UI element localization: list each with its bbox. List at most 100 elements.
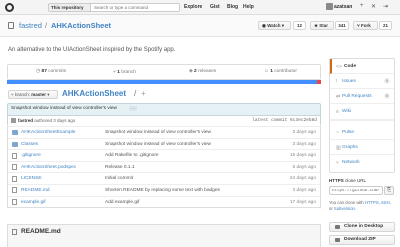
https-link[interactable]: HTTPS	[365, 200, 379, 205]
sidebar-item-graphs[interactable]: ▥ Graphs	[330, 140, 394, 155]
releases-stat[interactable]: ◈ 2 releases	[189, 69, 216, 74]
file-name-link[interactable]: AHKActionSheetExample	[21, 130, 75, 135]
nav-gist[interactable]: Gist	[210, 4, 220, 10]
sidebar-item-wiki[interactable]: ≡ Wiki	[330, 104, 394, 121]
user-avatar[interactable]	[326, 3, 333, 10]
nav-help[interactable]: Help	[243, 4, 254, 10]
file-name-link[interactable]: Classes	[21, 142, 38, 147]
sign-out-icon[interactable]: ⇥	[383, 3, 388, 10]
username[interactable]: azatsan	[334, 4, 352, 10]
fork-count[interactable]: 21	[379, 21, 392, 30]
clone-in-desktop-button[interactable]: Clone in Desktop	[329, 222, 395, 232]
add-file-button[interactable]: +	[141, 89, 146, 98]
star-button[interactable]: ★ Star	[310, 21, 334, 30]
sidebar-item-pull-requests[interactable]: ⇄ Pull Requests 0	[330, 89, 394, 104]
readme-header: README.md	[7, 224, 321, 247]
latest-commit-message[interactable]: Snapshot window instead of view controll…	[11, 106, 117, 111]
sidebar-item-label: Wiki	[342, 109, 352, 114]
commit-expand-button[interactable]: …	[129, 106, 137, 111]
file-commit-message[interactable]: Release 0.1.1	[105, 165, 135, 170]
file-age: 17 days ago	[289, 199, 316, 205]
pull-requests-count-badge: 0	[383, 93, 390, 99]
file-list: AHKActionSheetExample Snapshot window in…	[7, 126, 321, 209]
sidebar-item-label: Pulse	[342, 130, 354, 135]
sidebar-item-label: Pull Requests	[342, 94, 372, 99]
repo-separator: /	[45, 21, 48, 30]
file-row: AHKActionSheet.podspec Release 0.1.1 5 d…	[8, 160, 320, 173]
download-zip-button[interactable]: Download ZIP	[329, 235, 395, 245]
branches-stat[interactable]: ⑂ 1 branch	[113, 69, 136, 75]
file-row: AHKActionSheetExample Snapshot window in…	[8, 126, 320, 138]
commit-sha[interactable]: latest commit 6c3ec2eb8d	[252, 118, 317, 123]
sidebar-item-network[interactable]: ⑂ Network	[330, 155, 394, 170]
file-age: 24 days ago	[289, 176, 316, 182]
commit-author: fastred authored 3 days ago	[18, 118, 76, 123]
repo-icon	[8, 22, 14, 29]
repo-description: An alternative to the UIActionSheet insp…	[8, 47, 176, 53]
search-scope[interactable]: This repository	[49, 4, 91, 11]
repo-stats: ◷ 87 commits ⑂ 1 branch ◈ 2 releases ☺ 1…	[7, 64, 321, 80]
issue-icon: !	[336, 79, 338, 85]
language-bar-other[interactable]	[317, 80, 321, 84]
settings-icon[interactable]: ✕	[371, 3, 376, 10]
copy-icon[interactable]: ⎘	[384, 186, 394, 195]
file-icon	[12, 199, 17, 206]
breadcrumb-repo[interactable]: AHKActionSheet	[62, 89, 126, 98]
sidebar-item-code[interactable]: <> Code	[330, 59, 394, 74]
star-count[interactable]: 341	[335, 21, 349, 30]
search-input[interactable]	[92, 4, 178, 11]
file-icon	[12, 164, 17, 171]
file-icon	[12, 175, 17, 182]
repo-name-link[interactable]: AHKActionSheet	[51, 21, 111, 30]
ssh-link[interactable]: SSH	[381, 200, 390, 205]
sidebar-item-issues[interactable]: ! Issues 0	[330, 74, 394, 89]
sidebar-item-label: Issues	[342, 79, 356, 84]
file-commit-message[interactable]: Snapshot window instead of view controll…	[105, 142, 211, 147]
github-logo-icon[interactable]	[5, 3, 14, 12]
create-new-icon[interactable]: +	[360, 3, 364, 9]
pull-request-icon: ⇄	[336, 94, 341, 100]
breadcrumb-separator: /	[134, 89, 137, 98]
file-age: 3 days ago	[292, 130, 316, 135]
sidebar-item-label: Code	[344, 64, 356, 69]
file-row: Classes Snapshot window instead of view …	[8, 137, 320, 150]
file-name-link[interactable]: .gitignore	[21, 153, 41, 158]
nav-explore[interactable]: Explore	[184, 4, 202, 10]
fork-button[interactable]: ⑂ Fork	[353, 21, 378, 30]
readme-title: README.md	[21, 228, 61, 235]
file-icon	[12, 187, 17, 194]
file-commit-message[interactable]: Shorten README by replacing some text wi…	[105, 188, 220, 193]
subversion-link[interactable]: Subversion	[334, 206, 355, 211]
file-name-link[interactable]: README.md	[21, 188, 50, 193]
language-bar[interactable]	[7, 80, 321, 84]
network-icon: ⑂	[336, 160, 340, 166]
desktop-icon	[335, 225, 340, 229]
search-box[interactable]: This repository	[48, 3, 180, 12]
graph-icon: ▥	[336, 145, 341, 151]
file-age: 3 days ago	[292, 141, 316, 147]
file-name-link[interactable]: LICENSE	[21, 176, 42, 181]
branch-select[interactable]: ⑂ branch: master ▾	[8, 90, 58, 99]
repo-owner-link[interactable]: fastred	[19, 21, 42, 30]
contributors-stat[interactable]: ☺ 1 contributor	[264, 69, 297, 74]
commits-stat[interactable]: ◷ 87 commits	[36, 69, 66, 74]
file-name-link[interactable]: example.gif	[21, 200, 46, 205]
file-commit-message[interactable]: Add Rakefile to .gitignore	[105, 153, 159, 158]
file-commit-message[interactable]: Initial commit	[105, 176, 133, 181]
issues-count-badge: 0	[383, 78, 390, 84]
file-name-link[interactable]: AHKActionSheet.podspec	[21, 165, 76, 170]
folder-icon	[12, 130, 18, 135]
repo-sidebar: <> Code ! Issues 0 ⇄ Pull Requests 0 ≡ W…	[329, 58, 395, 173]
sidebar-item-pulse[interactable]: ~ Pulse	[330, 125, 394, 140]
file-row: example.gif Add example.gif 17 days ago	[8, 195, 320, 208]
watch-button[interactable]: ◉ Watch ▾	[258, 21, 291, 30]
clone-url-field[interactable]	[329, 186, 383, 195]
watch-count[interactable]: 12	[293, 21, 306, 30]
file-age: 5 days ago	[292, 164, 316, 170]
file-commit-message[interactable]: Add example.gif	[105, 200, 139, 205]
file-commit-message[interactable]: Snapshot window instead of view controll…	[105, 130, 211, 135]
file-row: LICENSE Initial commit 24 days ago	[8, 172, 320, 184]
nav-blog[interactable]: Blog	[227, 4, 238, 10]
file-row: .gitignore Add Rakefile to .gitignore 15…	[8, 149, 320, 161]
author-avatar[interactable]	[11, 118, 16, 123]
